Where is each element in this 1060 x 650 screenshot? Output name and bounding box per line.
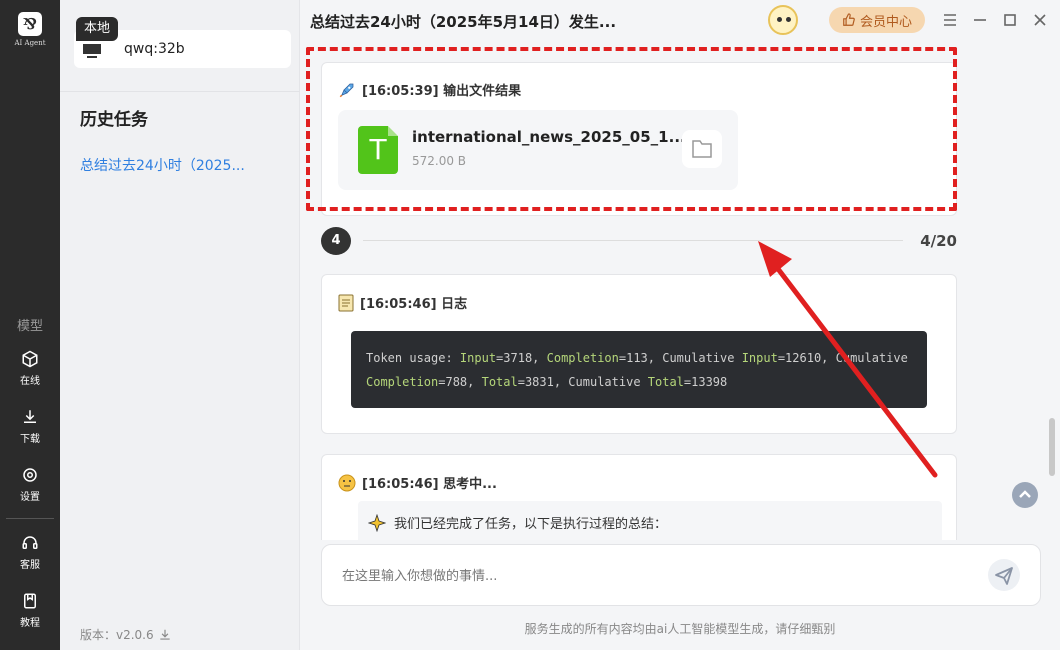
file-size: 572.00 B: [412, 154, 467, 168]
chat-area: [16:05:39] 输出文件结果 T international_news_2…: [300, 40, 1045, 540]
log-keyword: Input: [459, 351, 497, 365]
rail-item-label: 下载: [20, 434, 40, 445]
model-tag: 本地: [76, 17, 119, 41]
scrollbar-thumb[interactable]: [1049, 418, 1055, 476]
chevron-up-icon: [1019, 490, 1031, 498]
log-text: =13398: [683, 375, 728, 389]
log-keyword: Completion: [546, 351, 619, 365]
card-header: [16:05:46] 日志: [338, 293, 467, 312]
rocket-icon: [339, 83, 354, 97]
card-header-text: [16:05:39] 输出文件结果: [362, 84, 522, 99]
step-line: [363, 240, 903, 241]
file-result-card: [16:05:39] 输出文件结果 T international_news_2…: [321, 62, 957, 216]
rail-section-label: 模型: [16, 319, 43, 334]
thumbs-up-icon: [843, 13, 855, 26]
rail-item-label: 在线: [20, 376, 40, 387]
close-icon[interactable]: [1030, 10, 1050, 30]
log-text: =3831, Cumulative: [517, 375, 648, 389]
menu-icon[interactable]: [940, 10, 960, 30]
download-icon[interactable]: [158, 628, 172, 642]
sparkles-icon: [368, 513, 386, 532]
text-file-icon: T: [358, 126, 398, 174]
log-keyword: Total: [647, 375, 684, 389]
log-text: Token usage:: [366, 351, 460, 365]
chat-input-box[interactable]: [321, 544, 1041, 606]
thinking-content: 我们已经完成了任务，以下是执行过程的总结：: [358, 501, 942, 540]
header: 总结过去24小时（2025年5月14日）发生... 会员中心: [300, 0, 1060, 40]
card-header-text: [16:05:46] 日志: [360, 297, 468, 312]
thinking-card: [16:05:46] 思考中... 我们已经完成了任务，以下是执行过程的总结：: [321, 454, 957, 540]
cube-icon: [22, 350, 38, 368]
download-icon: [24, 410, 36, 423]
minimize-icon[interactable]: [970, 10, 990, 30]
member-center-button[interactable]: 会员中心: [829, 7, 925, 33]
log-card: [16:05:46] 日志 Token usage: Input=3718, C…: [321, 274, 957, 434]
app-logo: ⅋ AI Agent: [10, 12, 50, 52]
model-name: qwq:32b: [124, 41, 185, 57]
log-keyword: Total: [481, 375, 518, 389]
log-keyword: Input: [741, 351, 778, 365]
logo-text: AI Agent: [14, 39, 46, 47]
log-output: Token usage: Input=3718, Completion=113,…: [351, 331, 927, 408]
open-folder-button[interactable]: [682, 130, 722, 168]
thinking-text: 我们已经完成了任务，以下是执行过程的总结：: [394, 517, 668, 532]
send-button[interactable]: [988, 559, 1020, 591]
card-header: [16:05:39] 输出文件结果: [338, 80, 521, 99]
book-icon: [24, 593, 36, 609]
version-text: 版本：v2.0.6: [80, 628, 154, 642]
maximize-icon[interactable]: [1000, 10, 1020, 30]
rail-item-tutorial[interactable]: 教程: [0, 592, 60, 629]
avatar[interactable]: [768, 5, 798, 35]
monitor-icon: [83, 44, 101, 58]
member-center-label: 会员中心: [859, 14, 912, 30]
memo-icon: [338, 294, 354, 311]
rail-item-label: 教程: [20, 618, 40, 629]
rail-divider: [6, 518, 54, 519]
logo-icon: ⅋: [18, 12, 42, 36]
version-label: 版本：v2.0.6: [80, 626, 172, 643]
step-indicator: 4 4/20: [321, 227, 957, 255]
file-name: international_news_2025_05_1...: [412, 128, 686, 146]
chat-input[interactable]: [342, 565, 942, 587]
card-header-text: [16:05:46] 思考中...: [362, 477, 497, 492]
rail-item-label: 客服: [20, 560, 40, 571]
footer-disclaimer: 服务生成的所有内容均由ai人工智能模型生成，请仔细甄别: [524, 622, 836, 636]
history-item[interactable]: 总结过去24小时（2025...: [80, 155, 245, 175]
send-icon: [995, 567, 1013, 585]
scroll-to-top-button[interactable]: [1012, 482, 1038, 508]
thinking-face-icon: [338, 474, 356, 491]
headset-icon: [22, 536, 38, 549]
card-header: [16:05:46] 思考中...: [338, 473, 497, 492]
rail-item-download[interactable]: 下载: [0, 408, 60, 445]
step-count: 4/20: [920, 232, 957, 250]
step-number: 4: [321, 227, 351, 255]
log-keyword: Completion: [366, 375, 439, 389]
log-text: =12610, Cumulative: [777, 351, 908, 365]
divider: [60, 91, 300, 92]
avatar-eye: [777, 17, 782, 22]
rail-item-settings[interactable]: 设置: [0, 466, 60, 503]
thinking-line: 我们已经完成了任务，以下是执行过程的总结：: [368, 513, 667, 532]
avatar-eye: [786, 17, 791, 22]
history-title: 历史任务: [80, 110, 148, 130]
log-text: =788,: [438, 375, 482, 389]
icon-rail: ⅋ AI Agent 模型 在线 下载 设置 客服 教程: [0, 0, 60, 650]
rail-item-online[interactable]: 在线: [0, 350, 60, 387]
page-title: 总结过去24小时（2025年5月14日）发生...: [310, 13, 617, 31]
folder-icon: [692, 140, 712, 158]
file-item[interactable]: T international_news_2025_05_1... 572.00…: [338, 110, 738, 190]
sidebar: qwq:32b 本地 历史任务 总结过去24小时（2025... 版本：v2.0…: [60, 0, 300, 650]
gear-icon: [23, 468, 37, 482]
rail-item-support[interactable]: 客服: [0, 534, 60, 571]
log-text: =113, Cumulative: [618, 351, 742, 365]
log-text: =3718,: [496, 351, 547, 365]
rail-item-label: 设置: [20, 492, 40, 503]
